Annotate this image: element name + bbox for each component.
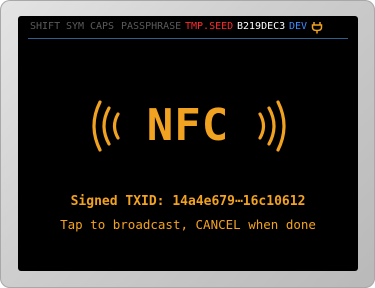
dev-indicator: DEV [289, 21, 308, 32]
broadcast-instruction: Tap to broadcast, CANCEL when done [60, 217, 316, 232]
signed-txid-text: Signed TXID: 14a4e679⋯16c10612 [70, 194, 306, 209]
sym-indicator: SYM [66, 21, 85, 32]
nfc-graphic: NFC [18, 96, 358, 156]
seed-fingerprint: B219DEC3 [237, 21, 286, 32]
shift-indicator: SHIFT [30, 21, 61, 32]
caps-indicator: CAPS [90, 21, 115, 32]
tmp-seed-indicator: TMP.SEED [185, 21, 234, 32]
passphrase-indicator: PASSPHRASE [121, 21, 182, 32]
plug-icon [311, 21, 323, 43]
status-divider [28, 38, 348, 39]
status-bar: SHIFT SYM CAPS PASSPHRASE TMP.SEED B219D… [18, 16, 358, 38]
nfc-label: NFC [146, 100, 230, 151]
nfc-waves-right-icon [258, 100, 286, 152]
device-screen: SHIFT SYM CAPS PASSPHRASE TMP.SEED B219D… [18, 16, 358, 271]
device-bezel: SHIFT SYM CAPS PASSPHRASE TMP.SEED B219D… [0, 0, 375, 288]
